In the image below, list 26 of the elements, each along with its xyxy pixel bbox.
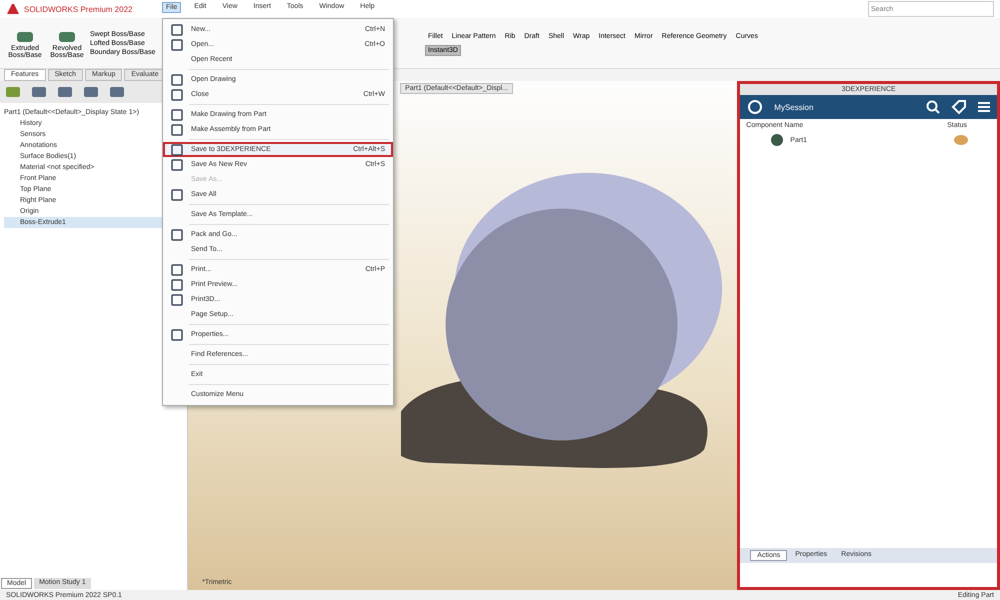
document-icon bbox=[171, 124, 183, 136]
toolbar-icon[interactable] bbox=[4, 85, 22, 99]
app-title: SOLIDWORKS Premium 2022 bbox=[24, 4, 132, 14]
logo-icon bbox=[6, 3, 20, 15]
document-icon bbox=[171, 294, 183, 306]
tag-icon[interactable] bbox=[951, 99, 967, 115]
document-icon bbox=[171, 264, 183, 276]
toolbar-icon[interactable] bbox=[108, 85, 126, 99]
document-icon bbox=[171, 24, 183, 36]
document-icon bbox=[171, 108, 183, 120]
toolbar-icon[interactable] bbox=[56, 85, 74, 99]
search-icon[interactable] bbox=[925, 99, 941, 115]
document-icon bbox=[171, 38, 183, 50]
document-icon bbox=[171, 74, 183, 86]
menu-icon[interactable] bbox=[977, 100, 991, 114]
part-icon bbox=[770, 133, 784, 147]
document-icon bbox=[171, 88, 183, 100]
toolbar-icon[interactable] bbox=[30, 85, 48, 99]
document-icon bbox=[171, 328, 183, 340]
document-icon bbox=[171, 158, 183, 170]
document-icon bbox=[171, 144, 183, 156]
document-icon bbox=[171, 278, 183, 290]
document-icon bbox=[171, 188, 183, 200]
document-icon bbox=[171, 228, 183, 240]
status-icon bbox=[953, 133, 969, 147]
toolbar-icon[interactable] bbox=[82, 85, 100, 99]
